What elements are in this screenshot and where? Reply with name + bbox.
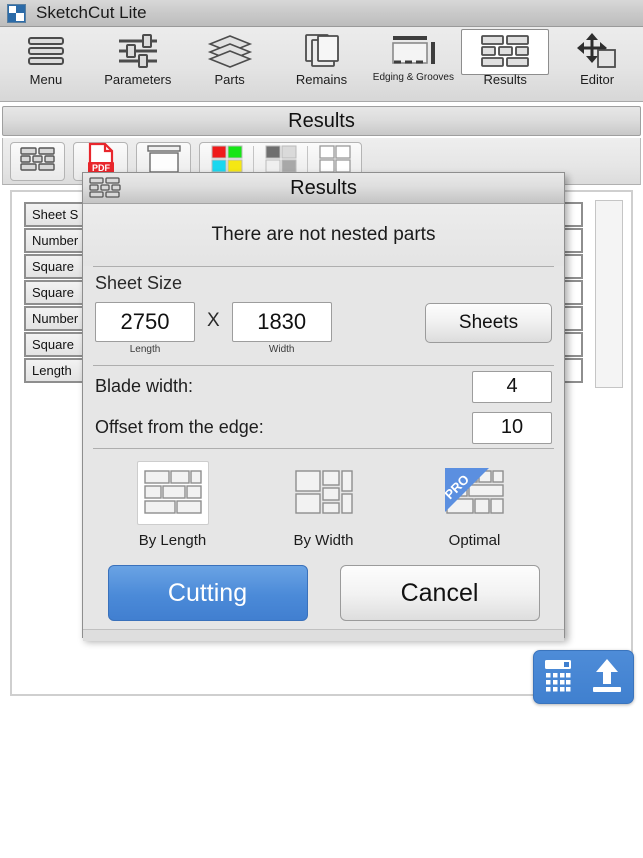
mode-option-optimal[interactable]: PRO Optimal [415,461,535,549]
window-titlebar: SketchCut Lite [0,0,643,27]
window-title: SketchCut Lite [36,3,147,23]
stacked-layers-icon [207,31,253,71]
sheet-size-section: Sheet Size 2750 Length X 1830 Width Shee… [83,267,564,365]
toolbar-item-menu[interactable]: Menu [0,27,92,99]
mode-option-by-width[interactable]: By Width [264,461,384,549]
blade-width-label: Blade width: [95,376,193,397]
offset-input[interactable]: 10 [472,412,552,444]
results-dialog: Results There are not nested parts Sheet… [82,172,565,638]
dialog-message: There are not nested parts [83,204,564,266]
edging-grooves-icon [388,31,438,71]
sliders-icon [115,31,161,71]
dimension-separator: X [195,302,232,332]
mode-label-by-width: By Width [293,532,353,549]
cancel-button[interactable]: Cancel [340,565,540,621]
toolbar-item-remains[interactable]: Remains [276,27,368,99]
toolbar-item-results[interactable]: Results [459,27,551,99]
toolbar-label-results: Results [484,72,527,87]
cutting-mode-options: By Length By Width [83,449,564,555]
app-window: SketchCut Lite Menu [0,0,643,858]
sheet-length-input[interactable]: 2750 [95,302,195,342]
results-side-strip [595,200,623,388]
main-toolbar: Menu Parameters [0,27,643,102]
offset-label: Offset from the edge: [95,417,264,438]
sheet-width-group: 1830 Width [232,302,332,355]
mode-label-optimal: Optimal [449,532,501,549]
upload-export-icon[interactable] [588,656,626,699]
by-width-icon [288,461,360,525]
app-logo-icon [7,4,26,23]
mode-option-by-length[interactable]: By Length [113,461,233,549]
toolbar-label-menu: Menu [30,72,63,87]
by-length-icon [137,461,209,525]
dialog-titlebar: Results [83,173,564,204]
sheets-button[interactable]: Sheets [425,303,552,343]
grid-layout-icon [89,177,123,205]
blade-width-row: Blade width: 4 [83,366,564,407]
toolbar-label-edging-grooves: Edging & Grooves [373,72,454,83]
blade-width-input[interactable]: 4 [472,371,552,403]
dialog-title: Results [290,177,357,200]
toolbar-item-edging-grooves[interactable]: Edging & Grooves [367,27,459,99]
sheet-width-input[interactable]: 1830 [232,302,332,342]
copy-sheets-icon [300,31,344,71]
cutting-button[interactable]: Cutting [108,565,308,621]
grid-layout-icon [19,146,57,177]
toolbar-item-parameters[interactable]: Parameters [92,27,184,99]
toolbar-label-parameters: Parameters [104,72,171,87]
offset-row: Offset from the edge: 10 [83,407,564,448]
dialog-action-buttons: Cutting Cancel [83,555,564,621]
grid-layout-icon [479,31,531,71]
toolbar-item-parts[interactable]: Parts [184,27,276,99]
sheet-length-group: 2750 Length [95,302,195,355]
dialog-body: There are not nested parts Sheet Size 27… [83,204,564,641]
section-header: Results [2,106,641,136]
optimal-icon: PRO [439,461,511,525]
toolbar-item-editor[interactable]: Editor [551,27,643,99]
calculator-icon[interactable] [541,656,575,699]
move-arrows-icon [575,31,619,71]
section-title: Results [288,110,355,133]
toolbar-label-editor: Editor [580,72,614,87]
subtoolbar-group-layout [10,142,65,181]
sheet-size-caption: Sheet Size [95,273,552,294]
sheet-width-label: Width [269,344,295,355]
toolbar-label-parts: Parts [214,72,244,87]
mode-label-by-length: By Length [139,532,207,549]
hamburger-menu-icon [25,31,67,71]
sheet-length-label: Length [130,344,161,355]
dialog-footer [83,629,564,641]
floating-action-bar [533,650,634,704]
toolbar-label-remains: Remains [296,72,347,87]
subtoolbar-button-grid-layout[interactable] [11,143,64,180]
